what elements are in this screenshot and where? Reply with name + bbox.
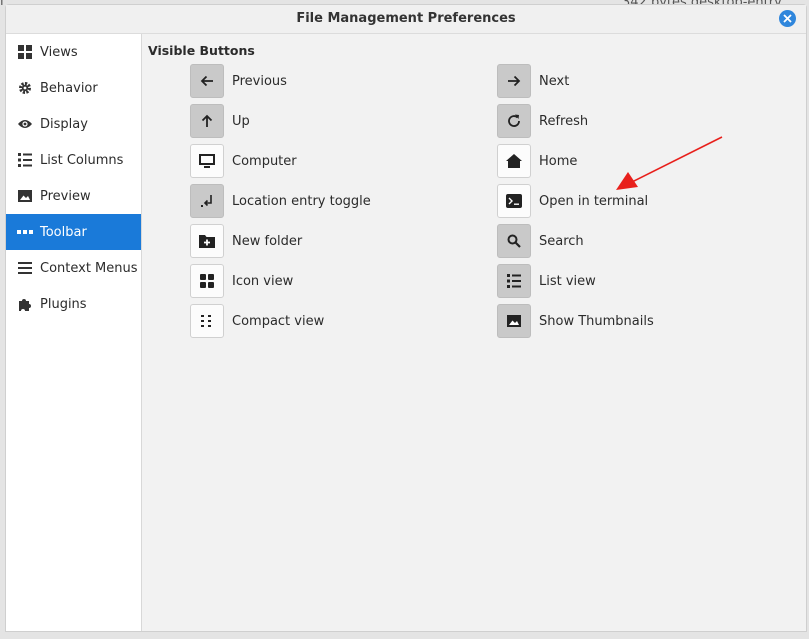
sidebar-item-label: Context Menus xyxy=(40,260,138,276)
toggle-list-view-button[interactable] xyxy=(497,264,531,298)
icon-view-icon xyxy=(200,274,214,288)
toggle-label: Show Thumbnails xyxy=(539,313,654,329)
refresh-icon xyxy=(508,114,520,127)
close-button[interactable] xyxy=(779,10,796,27)
toggle-previous-button[interactable] xyxy=(190,64,224,98)
puzzle-icon xyxy=(17,296,33,312)
toggle-refresh-button[interactable] xyxy=(497,104,531,138)
sidebar-item-label: Plugins xyxy=(40,296,87,312)
toggle-row-location-entry[interactable]: Location entry toggle xyxy=(190,184,371,218)
window-title: File Management Preferences xyxy=(296,11,516,26)
toggle-up-button[interactable] xyxy=(190,104,224,138)
toggle-row-open-terminal[interactable]: Open in terminal xyxy=(497,184,648,218)
toggle-next-button[interactable] xyxy=(497,64,531,98)
sidebar-item-toolbar[interactable]: Toolbar xyxy=(6,214,141,250)
sidebar-item-label: List Columns xyxy=(40,152,124,168)
compact-view-icon xyxy=(201,315,211,327)
preferences-window: File Management Preferences Views Behavi… xyxy=(5,4,807,632)
toggle-row-icon-view[interactable]: Icon view xyxy=(190,264,293,298)
toggle-label: Up xyxy=(232,113,250,129)
background-text-left: i xyxy=(0,0,4,9)
toggle-label: Home xyxy=(539,153,578,169)
toggle-label: Compact view xyxy=(232,313,325,329)
image-icon xyxy=(17,188,33,204)
toggle-show-thumbnails-button[interactable] xyxy=(497,304,531,338)
sidebar-item-label: Views xyxy=(40,44,78,60)
toggle-row-computer[interactable]: Computer xyxy=(190,144,297,178)
sidebar-item-preview[interactable]: Preview xyxy=(6,178,141,214)
toggle-compact-view-button[interactable] xyxy=(190,304,224,338)
toggle-label: Icon view xyxy=(232,273,294,289)
dots-icon xyxy=(17,224,33,240)
toggle-row-refresh[interactable]: Refresh xyxy=(497,104,588,138)
toggle-label: Location entry toggle xyxy=(232,193,371,209)
menu-icon xyxy=(17,260,33,276)
home-icon xyxy=(506,154,522,168)
toggle-label: Search xyxy=(539,233,584,249)
arrow-up-icon xyxy=(201,114,213,127)
title-bar: File Management Preferences xyxy=(6,5,806,34)
sidebar-item-label: Preview xyxy=(40,188,91,204)
toggle-label: Previous xyxy=(232,73,287,89)
sidebar: Views Behavior Display List Columns Prev… xyxy=(6,34,142,631)
toggle-row-next[interactable]: Next xyxy=(497,64,569,98)
folder-add-icon xyxy=(199,235,215,248)
toggle-row-show-thumbnails[interactable]: Show Thumbnails xyxy=(497,304,654,338)
sidebar-item-views[interactable]: Views xyxy=(6,34,141,70)
toggle-row-previous[interactable]: Previous xyxy=(190,64,287,98)
toggle-row-home[interactable]: Home xyxy=(497,144,577,178)
toggle-label: Next xyxy=(539,73,570,89)
thumbnail-icon xyxy=(507,315,521,327)
toggle-label: New folder xyxy=(232,233,303,249)
toggle-label: Computer xyxy=(232,153,297,169)
gear-icon xyxy=(17,80,33,96)
terminal-icon xyxy=(506,194,522,208)
eye-icon xyxy=(17,116,33,132)
toggle-row-search[interactable]: Search xyxy=(497,224,584,258)
sidebar-item-label: Display xyxy=(40,116,88,132)
arrow-left-icon xyxy=(200,75,213,87)
toggle-search-button[interactable] xyxy=(497,224,531,258)
toggle-label: List view xyxy=(539,273,596,289)
toggle-home-button[interactable] xyxy=(497,144,531,178)
location-toggle-icon xyxy=(201,195,212,207)
toggle-location-entry-button[interactable] xyxy=(190,184,224,218)
toggle-row-list-view[interactable]: List view xyxy=(497,264,596,298)
toggle-row-new-folder[interactable]: New folder xyxy=(190,224,302,258)
sidebar-item-label: Behavior xyxy=(40,80,98,96)
sidebar-item-display[interactable]: Display xyxy=(6,106,141,142)
arrow-right-icon xyxy=(508,75,521,87)
toggle-label: Refresh xyxy=(539,113,589,129)
sidebar-item-context-menus[interactable]: Context Menus xyxy=(6,250,141,286)
sidebar-item-plugins[interactable]: Plugins xyxy=(6,286,141,322)
list-view-icon xyxy=(507,274,521,288)
sidebar-item-label: Toolbar xyxy=(40,224,87,240)
close-icon xyxy=(783,14,792,23)
grid-icon xyxy=(17,44,33,60)
toggle-row-up[interactable]: Up xyxy=(190,104,250,138)
toggle-icon-view-button[interactable] xyxy=(190,264,224,298)
search-icon xyxy=(507,234,521,248)
sidebar-item-behavior[interactable]: Behavior xyxy=(6,70,141,106)
list-icon xyxy=(17,152,33,168)
toggle-row-compact-view[interactable]: Compact view xyxy=(190,304,324,338)
monitor-icon xyxy=(199,154,215,168)
toolbar-preferences-panel: Visible Buttons Previous Up Computer Loc… xyxy=(142,34,806,631)
toggle-computer-button[interactable] xyxy=(190,144,224,178)
sidebar-item-list-columns[interactable]: List Columns xyxy=(6,142,141,178)
toggle-open-terminal-button[interactable] xyxy=(497,184,531,218)
section-title: Visible Buttons xyxy=(148,43,255,58)
toggle-label: Open in terminal xyxy=(539,193,649,209)
toggle-new-folder-button[interactable] xyxy=(190,224,224,258)
